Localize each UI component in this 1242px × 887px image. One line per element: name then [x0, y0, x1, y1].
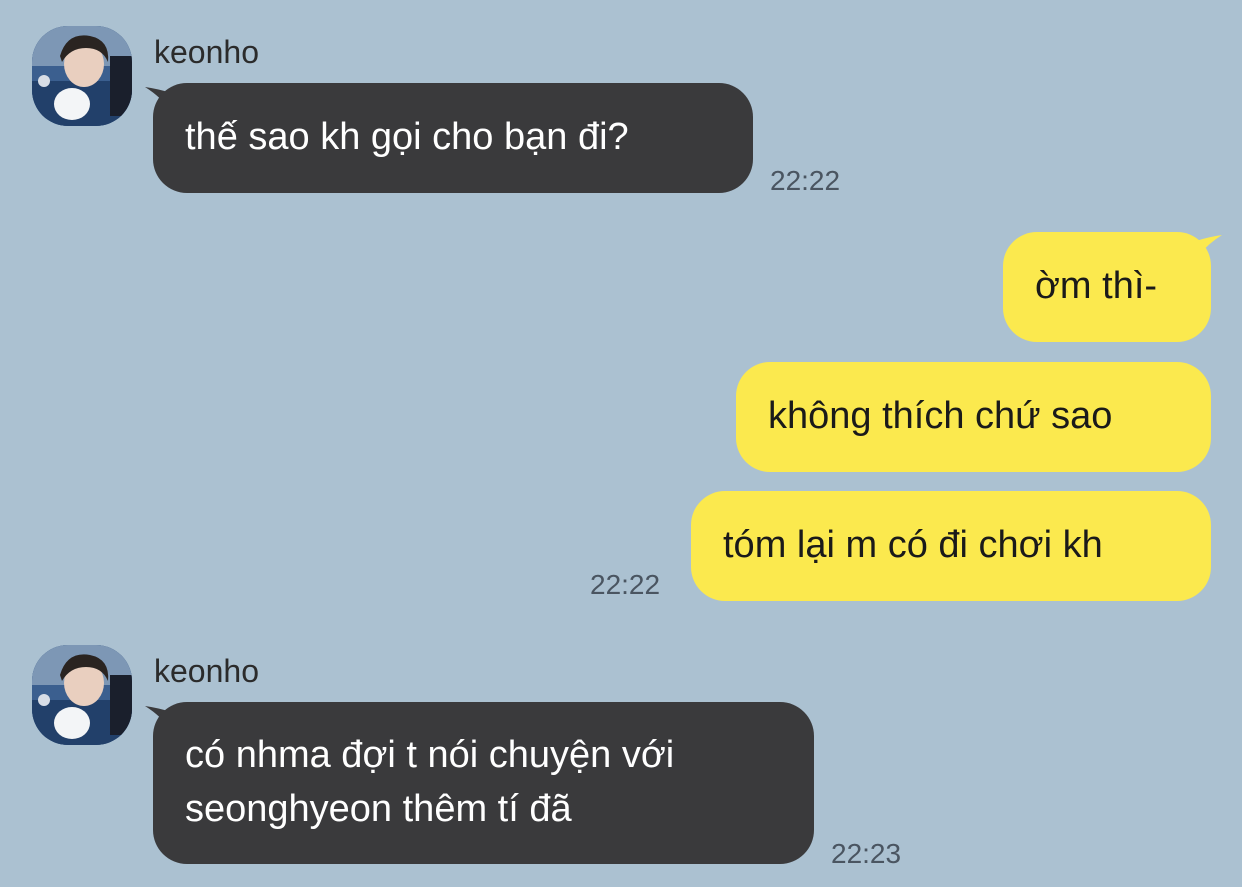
avatar[interactable]: [32, 26, 132, 126]
avatar[interactable]: [32, 645, 132, 745]
profile-photo-icon: [32, 645, 132, 745]
message-bubble-outgoing[interactable]: ờm thì-: [1003, 232, 1211, 342]
message-bubble-incoming[interactable]: có nhma đợi t nói chuyện với seonghyeon …: [153, 702, 814, 864]
message-text-line: có nhma đợi t nói chuyện với: [185, 734, 675, 776]
sender-name: keonho: [154, 653, 259, 689]
chat-thread[interactable]: keonho thế sao kh gọi cho bạn đi? 22:22 …: [0, 0, 1242, 887]
message-timestamp: 22:22: [590, 569, 661, 600]
message-text: thế sao kh gọi cho bạn đi?: [185, 116, 629, 158]
message-timestamp: 22:23: [831, 838, 902, 869]
message-bubble-outgoing[interactable]: không thích chứ sao: [736, 362, 1211, 472]
profile-photo-icon: [32, 26, 132, 126]
message-timestamp: 22:22: [770, 165, 841, 196]
message-text: tóm lại m có đi chơi kh: [723, 524, 1103, 566]
message-bubble-incoming[interactable]: thế sao kh gọi cho bạn đi?: [153, 83, 753, 193]
message-bubble-outgoing[interactable]: tóm lại m có đi chơi kh: [691, 491, 1211, 601]
message-text: không thích chứ sao: [768, 395, 1113, 437]
message-text: ờm thì-: [1035, 265, 1158, 307]
sender-name: keonho: [154, 34, 259, 70]
message-text-line: seonghyeon thêm tí đã: [185, 788, 572, 830]
